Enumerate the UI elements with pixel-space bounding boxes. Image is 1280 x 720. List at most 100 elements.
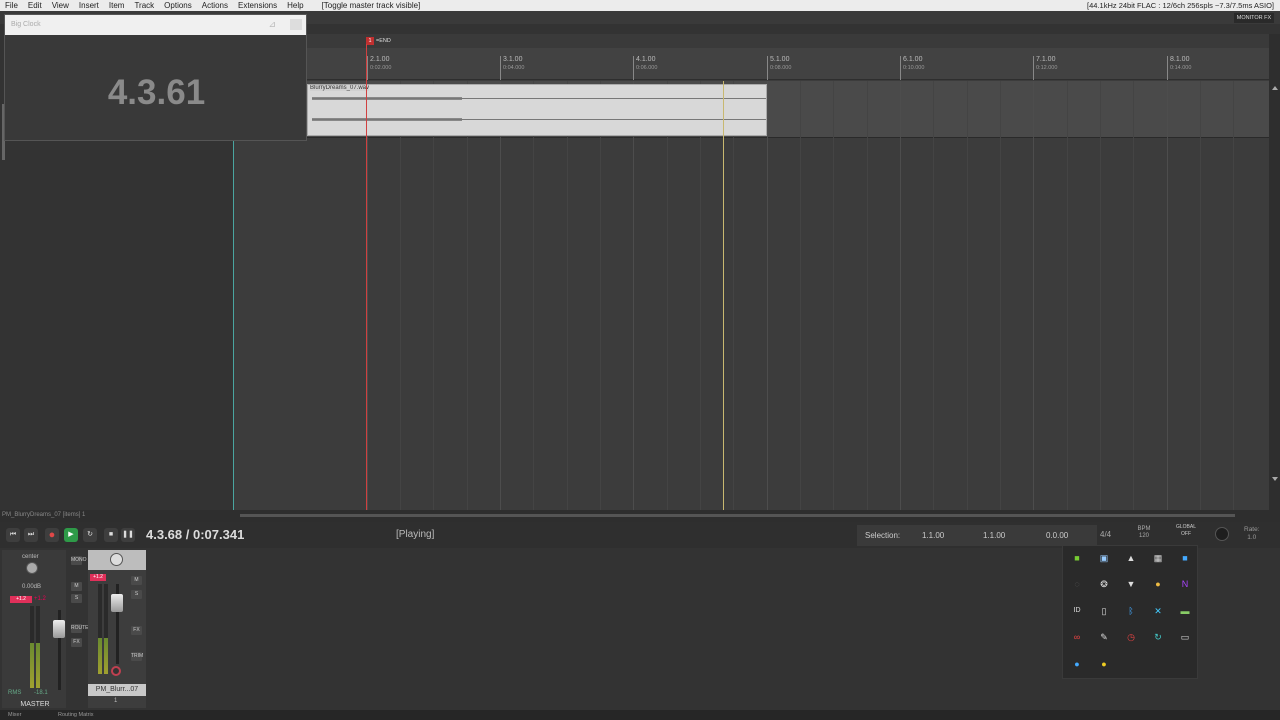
- media-item[interactable]: BlurryDreams_07.wav: [307, 84, 767, 136]
- monitor-fx-button[interactable]: MONITOR FX: [1234, 13, 1274, 23]
- tab-routing-matrix[interactable]: Routing Matrix: [58, 712, 93, 718]
- master-solo-button[interactable]: S: [71, 594, 82, 603]
- yellow-circle-icon[interactable]: ●: [1152, 578, 1164, 590]
- drive-icon[interactable]: ▲: [1125, 552, 1137, 564]
- menu-edit[interactable]: Edit: [23, 0, 47, 11]
- grid-line: [1167, 81, 1168, 510]
- pause-button[interactable]: ❚❚: [121, 528, 135, 542]
- global-automation-button[interactable]: GLOBAL OFF: [1170, 524, 1202, 544]
- time-signature[interactable]: 4/4: [1100, 530, 1111, 539]
- pin-icon[interactable]: ⊿: [268, 19, 276, 30]
- repeat-button[interactable]: ↻: [83, 528, 97, 542]
- bluetooth-icon[interactable]: ᛒ: [1125, 605, 1137, 617]
- yellow-app-icon[interactable]: ●: [1098, 658, 1110, 670]
- track-fader[interactable]: [111, 594, 123, 612]
- menu-track[interactable]: Track: [129, 0, 159, 11]
- window-icon[interactable]: ■: [1179, 552, 1191, 564]
- menu-actions[interactable]: Actions: [197, 0, 233, 11]
- master-route-button[interactable]: ROUTE: [71, 624, 89, 633]
- playrate-display[interactable]: Rate: 1.0: [1244, 526, 1260, 542]
- blue-app-icon[interactable]: ●: [1071, 658, 1083, 670]
- big-clock-titlebar[interactable]: Big Clock ⊿: [5, 15, 306, 35]
- playrate-knob[interactable]: [1215, 527, 1229, 541]
- usb-icon[interactable]: ▯: [1098, 605, 1110, 617]
- close-button[interactable]: [290, 19, 302, 30]
- nvidia-icon[interactable]: ■: [1071, 552, 1083, 564]
- master-mute-button[interactable]: M: [71, 582, 82, 591]
- green-app-icon[interactable]: ▬: [1179, 605, 1191, 617]
- grid-line: [633, 81, 634, 510]
- scroll-down-icon[interactable]: [1272, 477, 1278, 481]
- sync-icon[interactable]: ↻: [1152, 631, 1164, 643]
- big-clock-window[interactable]: Big Clock ⊿ 4.3.61: [4, 14, 307, 141]
- master-pan-knob[interactable]: [26, 562, 38, 574]
- master-strip[interactable]: center 0.00dB +1.2 +1.2 RMS -18.1 MASTER: [2, 550, 66, 708]
- track-mute-button[interactable]: M: [131, 576, 142, 585]
- audio-status[interactable]: [44.1kHz 24bit FLAC : 12/6ch 256spls ~7.…: [1087, 0, 1274, 11]
- tick-time-label: 0:06.000: [636, 65, 658, 71]
- track-trim-button[interactable]: TRIM: [131, 652, 143, 661]
- end-marker[interactable]: 1 =END: [366, 37, 391, 45]
- arrange-view[interactable]: 1 =END 2.1.00 0:02.000 3.1.00 0:04.000 4.1…: [233, 34, 1269, 510]
- bpm-display[interactable]: BPM 120: [1134, 526, 1154, 540]
- menu-item[interactable]: Item: [104, 0, 130, 11]
- calculator-icon[interactable]: ▦: [1152, 552, 1164, 564]
- link-icon[interactable]: ∞: [1071, 631, 1083, 643]
- tick-time-label: 0:12.000: [1036, 65, 1058, 71]
- x-app-icon[interactable]: ✕: [1152, 605, 1164, 617]
- track-solo-button[interactable]: S: [131, 590, 142, 599]
- track-strip[interactable]: +1.2 M S FX TRIM PM_Blurr...07 1: [88, 550, 146, 708]
- master-fader[interactable]: [53, 620, 65, 638]
- selection-length[interactable]: 0.0.00: [1046, 531, 1068, 540]
- track-name[interactable]: PM_Blurr...07: [88, 684, 146, 696]
- rate-label: Rate:: [1244, 526, 1260, 533]
- record-arm-button[interactable]: [111, 666, 121, 676]
- go-to-start-button[interactable]: ⏮: [6, 528, 20, 542]
- plug-icon[interactable]: ✎: [1098, 631, 1110, 643]
- tick-time-label: 0:10.000: [903, 65, 925, 71]
- grid-line: [833, 81, 834, 510]
- track-strip-header: [88, 550, 146, 570]
- network-icon[interactable]: ❂: [1098, 578, 1110, 590]
- menu-file[interactable]: File: [0, 0, 23, 11]
- selection-end[interactable]: 1.1.00: [983, 531, 1005, 540]
- selection-start[interactable]: 1.1.00: [922, 531, 944, 540]
- monitor-icon[interactable]: ▭: [1179, 631, 1191, 643]
- clock-icon[interactable]: ◷: [1125, 631, 1137, 643]
- menu-insert[interactable]: Insert: [74, 0, 104, 11]
- track-fx-button[interactable]: FX: [131, 626, 142, 635]
- master-fx-button[interactable]: FX: [71, 638, 82, 647]
- grid-line: [733, 81, 734, 510]
- horizontal-scrollbar[interactable]: [240, 514, 1235, 517]
- ruler-tick: 3.1.00 0:04.000: [500, 56, 524, 80]
- timeline-ruler[interactable]: 1 =END 2.1.00 0:02.000 3.1.00 0:04.000 4.1…: [233, 34, 1269, 80]
- master-peak-indicator[interactable]: +1.2: [10, 596, 32, 603]
- play-cursor: [366, 44, 367, 510]
- menu-options[interactable]: Options: [159, 0, 197, 11]
- menu-help[interactable]: Help: [282, 0, 308, 11]
- shield-icon[interactable]: ◌: [1071, 578, 1083, 590]
- menu-bar: File Edit View Insert Item Track Options…: [0, 0, 1280, 11]
- grid-line: [767, 81, 768, 510]
- selection-display[interactable]: Selection: 1.1.00 1.1.00 0.0.00: [857, 525, 1097, 546]
- n-icon[interactable]: N: [1179, 578, 1191, 590]
- scroll-up-icon[interactable]: [1272, 86, 1278, 90]
- tab-mixer[interactable]: Mixer: [8, 712, 21, 718]
- square-app-icon[interactable]: ▣: [1098, 552, 1110, 564]
- end-marker-badge: 1: [366, 37, 374, 45]
- track-pan-knob[interactable]: [110, 553, 123, 566]
- tick-bar-label: 6.1.00: [903, 56, 923, 63]
- id-icon[interactable]: ID: [1071, 605, 1083, 617]
- menu-extensions[interactable]: Extensions: [233, 0, 282, 11]
- go-to-end-button[interactable]: ⏭: [24, 528, 38, 542]
- transport-position[interactable]: 4.3.68 / 0:07.341: [146, 527, 244, 542]
- track-peak-indicator[interactable]: +1.2: [90, 574, 106, 581]
- menu-view[interactable]: View: [47, 0, 74, 11]
- master-meter-right: [36, 606, 40, 688]
- play-button[interactable]: ▶: [64, 528, 78, 542]
- vertical-scrollbar[interactable]: [1269, 34, 1280, 510]
- v-icon[interactable]: ▼: [1125, 578, 1137, 590]
- stop-button[interactable]: ■: [104, 528, 118, 542]
- record-button[interactable]: ●: [45, 528, 59, 542]
- master-mono-button[interactable]: MONO: [71, 556, 87, 565]
